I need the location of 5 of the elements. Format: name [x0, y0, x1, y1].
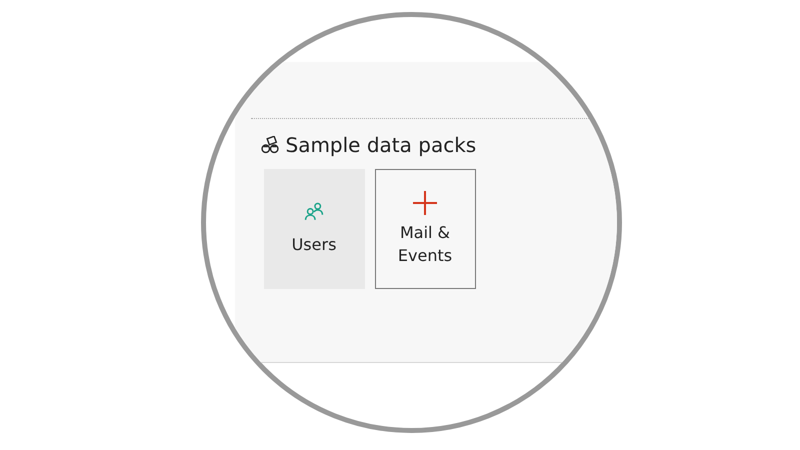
section-title: Sample data packs [286, 133, 476, 157]
plus-icon [413, 190, 437, 215]
users-icon [304, 202, 324, 221]
data-pack-tile[interactable]: Users [264, 169, 364, 289]
data-pack-tile[interactable]: Mail & Events [374, 169, 476, 289]
